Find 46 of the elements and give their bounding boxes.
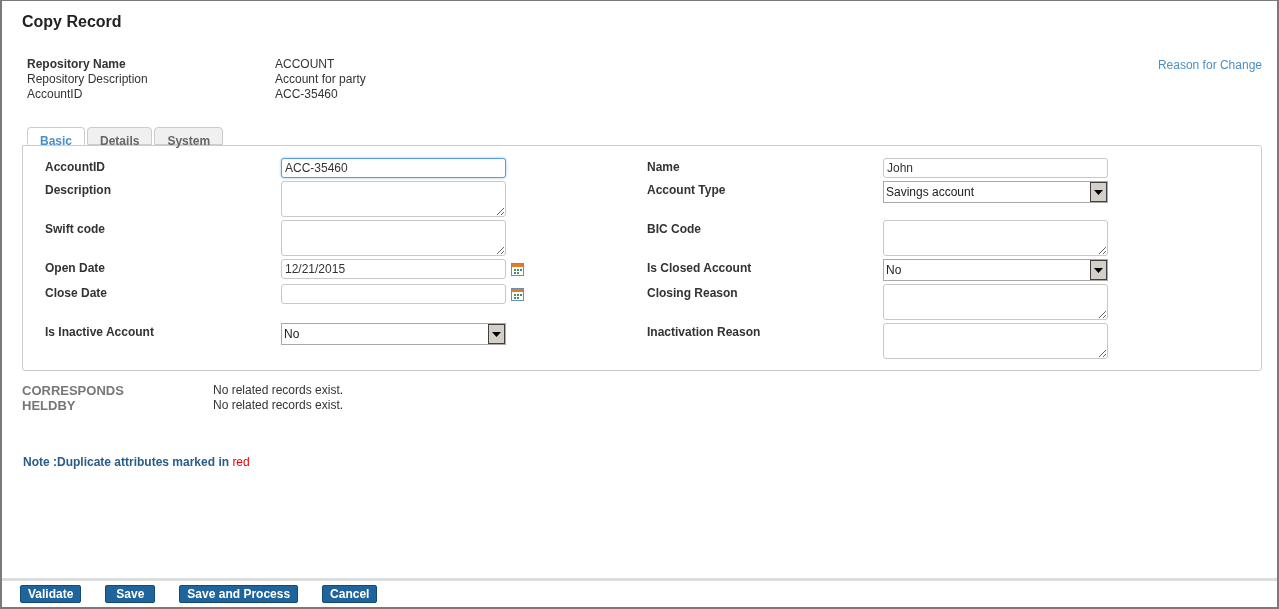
text-area[interactable] bbox=[281, 181, 506, 217]
field-label: Open Date bbox=[45, 260, 106, 277]
text-field[interactable]: ACC-35460 bbox=[281, 158, 506, 178]
caret-icon[interactable] bbox=[488, 324, 505, 344]
field-label: Name bbox=[647, 159, 681, 176]
page-title: Copy Record bbox=[22, 13, 123, 32]
action-button[interactable]: Save and Process bbox=[179, 585, 299, 603]
relation-name: HELDBY bbox=[22, 398, 77, 413]
relation-status: No related records exist. bbox=[213, 398, 345, 413]
tab[interactable]: Details bbox=[87, 127, 153, 145]
field-label: Close Date bbox=[45, 285, 109, 302]
field-label: Closing Reason bbox=[647, 285, 739, 302]
caret-icon[interactable] bbox=[1090, 182, 1107, 202]
relation-status: No related records exist. bbox=[213, 383, 345, 398]
info-value: ACC-35460 bbox=[275, 87, 339, 102]
field-label: Inactivation Reason bbox=[647, 324, 762, 341]
action-button[interactable]: Validate bbox=[20, 585, 82, 603]
action-button[interactable]: Cancel bbox=[322, 585, 378, 603]
calendar-icon[interactable] bbox=[511, 263, 524, 276]
dropdown[interactable]: No bbox=[883, 259, 1108, 281]
field-label: Is Inactive Account bbox=[45, 324, 155, 341]
field-label: Swift code bbox=[45, 221, 106, 238]
field-label: Account Type bbox=[647, 182, 727, 199]
info-label: Repository Description bbox=[27, 72, 149, 87]
relation-name: CORRESPONDS bbox=[22, 383, 125, 398]
field-label: BIC Code bbox=[647, 221, 702, 238]
info-value: ACCOUNT bbox=[275, 57, 336, 72]
field-label: Is Closed Account bbox=[647, 260, 753, 277]
tab[interactable]: Basic bbox=[27, 127, 86, 145]
info-value: Account for party bbox=[275, 72, 366, 87]
caret-icon[interactable] bbox=[1090, 260, 1107, 280]
dropdown[interactable]: Savings account bbox=[883, 181, 1108, 203]
text-area[interactable] bbox=[281, 220, 506, 256]
field-label: Description bbox=[45, 182, 112, 199]
field-label: AccountID bbox=[45, 159, 106, 176]
date-field[interactable]: 12/21/2015 bbox=[281, 259, 506, 279]
info-label: Repository Name bbox=[27, 57, 127, 72]
reason-for-change-link[interactable]: Reason for Change bbox=[1157, 58, 1262, 102]
text-area[interactable] bbox=[883, 323, 1108, 359]
dropdown[interactable]: No bbox=[281, 323, 506, 345]
calendar-icon[interactable] bbox=[511, 288, 524, 301]
action-button[interactable]: Save bbox=[105, 585, 156, 603]
info-label: AccountID bbox=[27, 87, 84, 102]
date-field[interactable] bbox=[281, 284, 506, 304]
note-text: Note :Duplicate attributes marked in red bbox=[23, 455, 251, 469]
text-field[interactable]: John bbox=[883, 158, 1108, 178]
